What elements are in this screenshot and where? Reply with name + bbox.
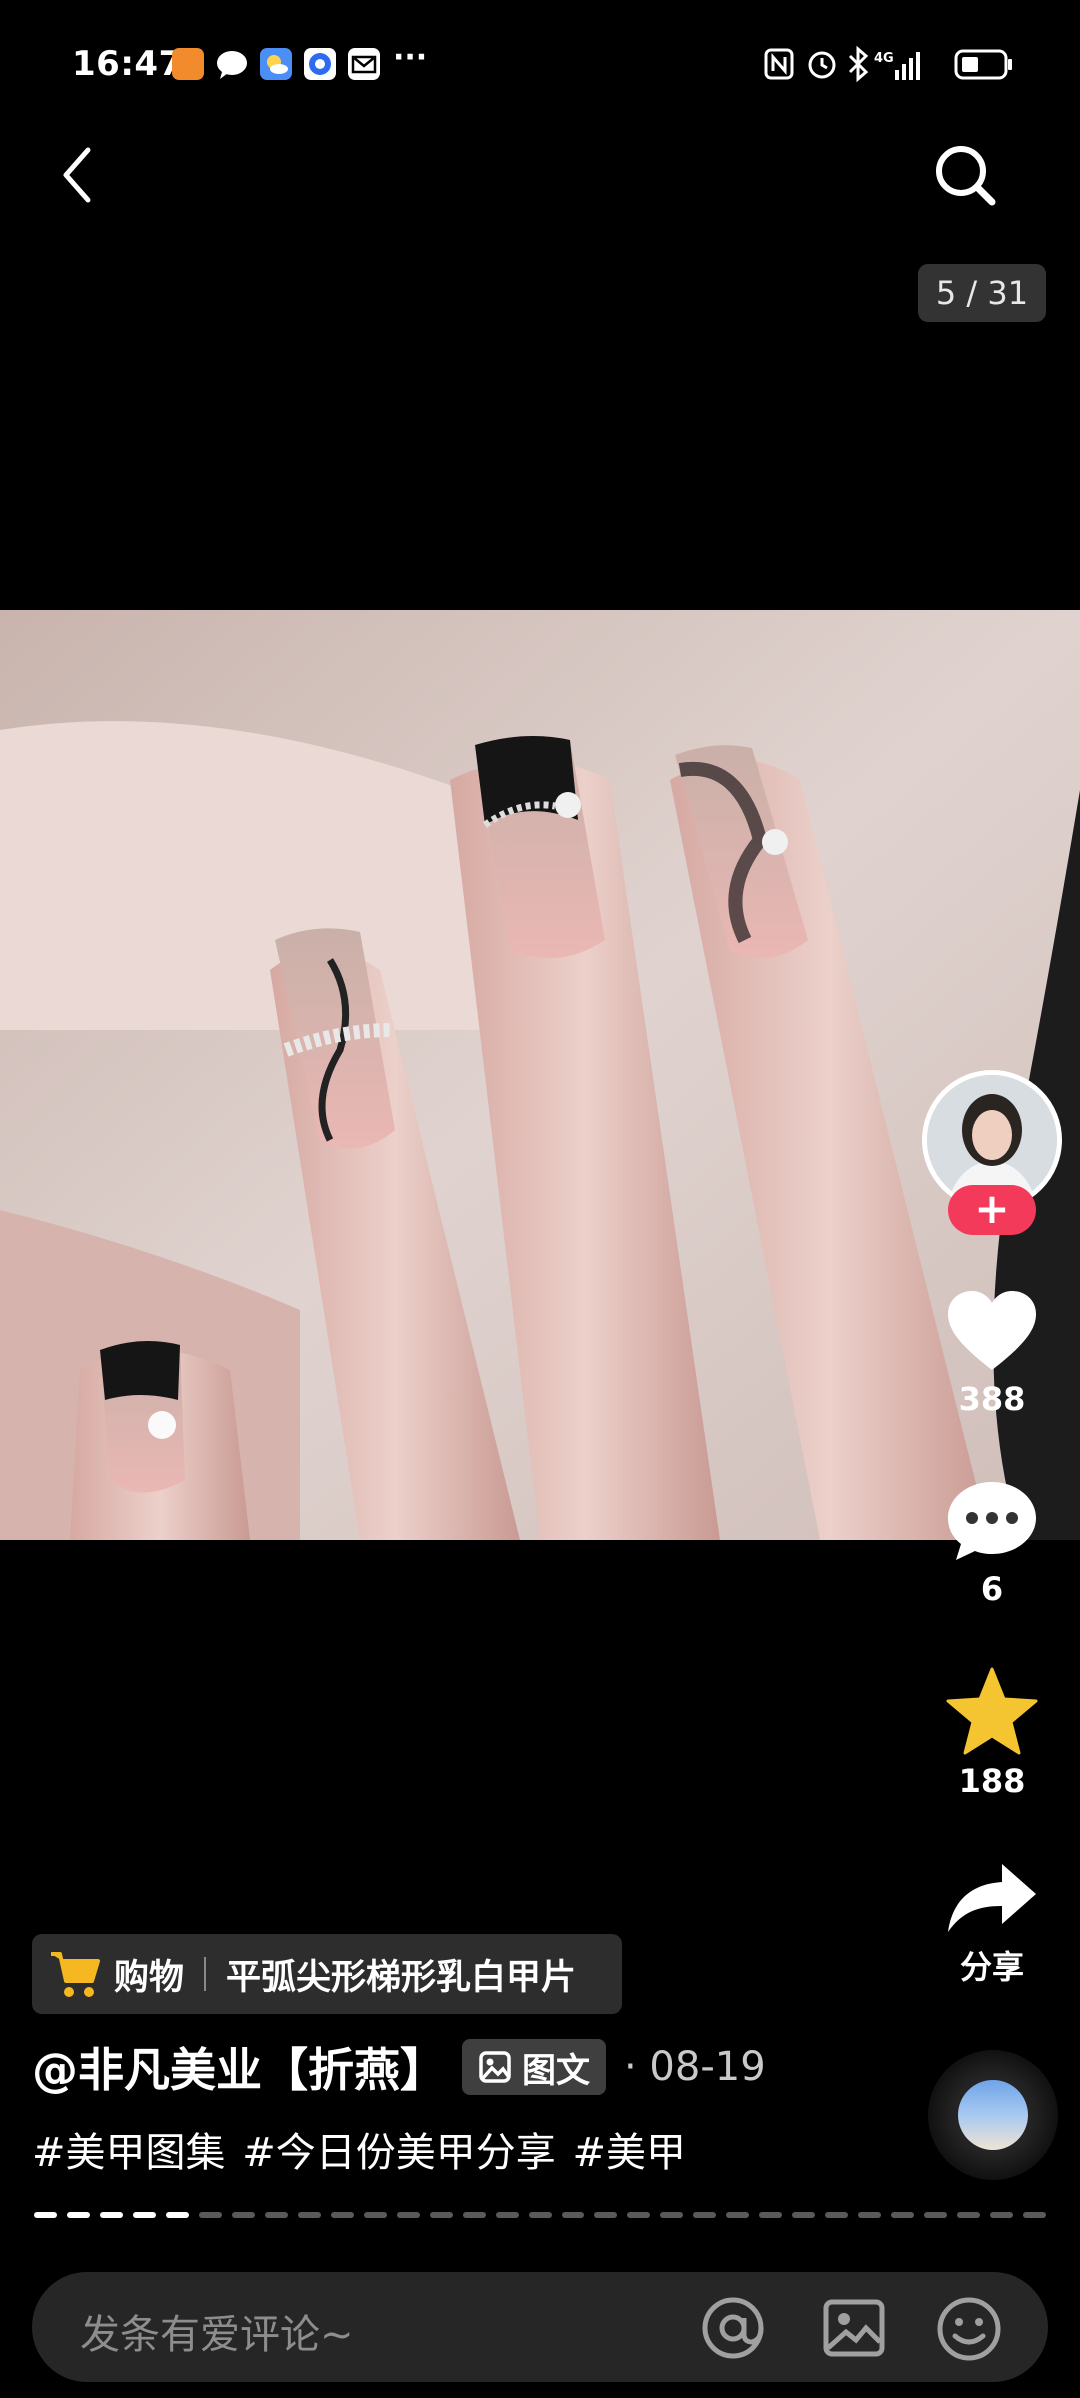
progress-segment [528, 2212, 552, 2218]
comment-count: 6 [980, 1570, 1004, 1608]
taobao-notification-icon [172, 48, 204, 80]
favorite-button[interactable]: 188 [930, 1666, 1054, 1800]
comment-icon [948, 1482, 1036, 1560]
progress-segment [330, 2212, 354, 2218]
progress-segment [132, 2212, 156, 2218]
comment-input[interactable]: 发条有爱评论~ [32, 2272, 1048, 2382]
progress-segment [429, 2212, 453, 2218]
music-disc[interactable] [928, 2050, 1058, 2180]
image-text-icon [479, 2051, 511, 2083]
svg-text:4G: 4G [874, 51, 894, 66]
progress-segment [759, 2212, 783, 2218]
product-name: 平弧尖形梯形乳白甲片 [226, 1957, 577, 1998]
browser-notification-icon [304, 48, 336, 80]
progress-segment [1023, 2212, 1047, 2218]
share-label: 分享 [959, 1948, 1024, 1986]
shop-link[interactable]: 购物 平弧尖形梯形乳白甲片 [32, 1934, 622, 2014]
image-counter: 5 / 31 [918, 264, 1046, 322]
progress-segment [396, 2212, 420, 2218]
shopping-cart-icon [51, 1952, 100, 1997]
share-button[interactable]: 分享 [930, 1860, 1054, 1988]
heart-icon [948, 1291, 1036, 1370]
progress-segment [825, 2212, 849, 2218]
progress-segment [957, 2212, 981, 2218]
emoji-icon[interactable] [936, 2296, 1002, 2362]
progress-segment [495, 2212, 519, 2218]
share-icon [948, 1864, 1036, 1932]
image-progress [34, 2212, 1047, 2220]
search-button[interactable] [930, 140, 1000, 210]
comment-button[interactable]: 6 [930, 1478, 1054, 1608]
mail-notification-icon [348, 48, 380, 80]
music-cover [958, 2080, 1028, 2150]
progress-segment [594, 2212, 618, 2218]
shop-label: 购物 [114, 1957, 185, 1998]
back-button[interactable] [56, 140, 100, 210]
progress-segment [34, 2212, 57, 2218]
system-status-icons: 4G [764, 45, 1012, 83]
progress-segment [66, 2212, 90, 2218]
like-button[interactable]: 388 [930, 1288, 1054, 1418]
shop-divider [204, 1957, 207, 1991]
progress-segment [858, 2212, 882, 2218]
progress-segment [924, 2212, 948, 2218]
at-mention-icon[interactable] [700, 2296, 766, 2360]
post-type-badge: 图文 [462, 2039, 606, 2095]
weather-notification-icon [260, 48, 292, 80]
chevron-left-icon [63, 147, 91, 203]
status-bar: 16:47 ··· 4G [0, 0, 1080, 130]
progress-segment [165, 2212, 189, 2218]
progress-segment [990, 2212, 1014, 2218]
star-icon [946, 1667, 1038, 1755]
like-count: 388 [958, 1380, 1026, 1418]
progress-segment [660, 2212, 684, 2218]
post-image[interactable] [0, 610, 1080, 1540]
image-picker-icon[interactable] [822, 2296, 886, 2360]
progress-segment [264, 2212, 288, 2218]
progress-segment [792, 2212, 816, 2218]
chat-notification-icon [216, 48, 248, 80]
progress-segment [99, 2212, 123, 2218]
progress-segment [297, 2212, 321, 2218]
progress-segment [462, 2212, 486, 2218]
more-notifications: ··· [393, 40, 428, 75]
manicure-photo [0, 610, 1080, 1540]
progress-segment [726, 2212, 750, 2218]
search-icon [936, 146, 996, 206]
follow-button[interactable]: + [948, 1185, 1036, 1235]
progress-segment [363, 2212, 387, 2218]
progress-segment [891, 2212, 915, 2218]
progress-segment [627, 2212, 651, 2218]
progress-segment [561, 2212, 585, 2218]
comment-placeholder: 发条有爱评论~ [80, 2312, 354, 2358]
progress-segment [693, 2212, 717, 2218]
status-time: 16:47 [72, 44, 183, 84]
hashtags[interactable]: #美甲图集 #今日份美甲分享 #美甲 [32, 2120, 686, 2178]
author-row: @非凡美业【折燕】 图文 · 08-19 [32, 2036, 766, 2098]
progress-segment [231, 2212, 255, 2218]
progress-segment [198, 2212, 222, 2218]
post-type-label: 图文 [522, 2050, 590, 2091]
post-date: · 08-19 [624, 2044, 766, 2090]
author-name[interactable]: @非凡美业【折燕】 [32, 2034, 446, 2100]
favorite-count: 188 [958, 1762, 1026, 1800]
